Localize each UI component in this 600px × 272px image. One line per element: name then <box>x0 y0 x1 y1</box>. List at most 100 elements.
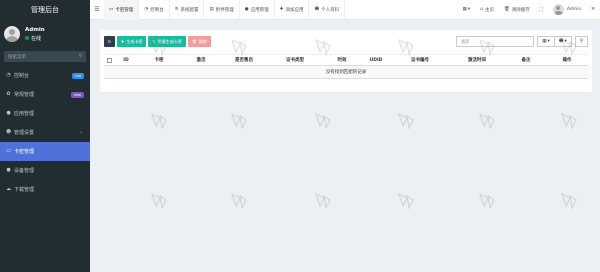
admin-menu[interactable]: Admin <box>548 0 586 20</box>
user-info: Admin 在线 <box>25 27 45 42</box>
sidebar-item-devices[interactable]: ● 设备管理 <box>0 161 90 180</box>
watermark-icon <box>560 112 577 130</box>
watermark-icon <box>150 192 167 210</box>
trash-icon: 🗑 <box>504 7 510 12</box>
card-icon: ▭ <box>109 7 114 12</box>
tab-app-management[interactable]: ● 应用管理 <box>240 0 275 20</box>
sidebar-item-settings[interactable]: ☻ 管理设置 ‹ <box>0 123 90 142</box>
refresh-icon: ↻ <box>107 39 112 44</box>
clear-cache-button[interactable]: 🗑 清除缓存 <box>499 0 535 20</box>
sidebar-item-label: 卡密管理 <box>14 149 35 155</box>
column-header[interactable]: UDID <box>360 58 392 63</box>
tab-label: 系统配置 <box>180 7 199 13</box>
watermark-icon <box>478 112 495 130</box>
caret-down-icon: ▾ <box>467 7 471 12</box>
watermark-icon <box>478 192 495 210</box>
watermark-icon <box>314 38 331 56</box>
sidebar-item-cards[interactable]: ▭ 卡密管理 <box>0 142 90 161</box>
watermark-icon <box>230 112 247 130</box>
tab-label: 卡密管理 <box>115 7 134 13</box>
circle-icon: ● <box>6 110 11 116</box>
sidebar-search[interactable]: 搜索菜单 ⚲ <box>4 51 86 62</box>
watermark-icon <box>397 192 414 210</box>
watermark-icon <box>314 112 331 130</box>
column-header[interactable]: ID <box>114 58 138 63</box>
grid-menu-button[interactable]: ▦ ▾ <box>458 0 476 20</box>
tab-label: 附件管理 <box>215 7 234 13</box>
user-status-text: 在线 <box>31 35 42 42</box>
tab-add-app[interactable]: ✚ 添加应用 <box>275 0 310 20</box>
apple-icon: ● <box>6 167 11 173</box>
generate-card-label: 生成卡密 <box>126 38 143 44</box>
delete-label: 删除 <box>198 38 207 44</box>
watermark-icon <box>560 192 577 210</box>
user-status: 在线 <box>25 35 45 42</box>
column-header[interactable]: 激活 <box>180 57 222 63</box>
online-status-icon <box>25 36 29 40</box>
app-logo[interactable]: 管理后台 <box>0 0 90 20</box>
tab-attachments[interactable]: ▤ 附件管理 <box>204 0 240 20</box>
sidebar-item-label: 下载管理 <box>14 187 35 193</box>
column-header[interactable]: 备注 <box>506 57 546 63</box>
columns-toggle-button[interactable]: ▦ ▾ <box>537 36 555 47</box>
search-icon[interactable]: ⚲ <box>79 54 82 59</box>
sidebar-item-apps[interactable]: ● 应用管理 <box>0 104 90 123</box>
fullscreen-button[interactable]: ⛶ <box>535 0 548 20</box>
select-all-checkbox-cell[interactable] <box>104 57 114 63</box>
cards-table: ID 卡密 激活 是否售后 证书类型 时效 UDID 证书编号 激活时间 备注 … <box>104 54 588 79</box>
user-panel: Admin 在线 <box>0 20 90 48</box>
hot-badge: hot <box>72 72 84 79</box>
delete-button[interactable]: 🗑 删除 <box>187 36 211 47</box>
trash-icon: 🗑 <box>191 39 197 44</box>
settings-button[interactable]: ✲ <box>586 0 600 20</box>
grid-icon: ▦ <box>462 7 467 12</box>
empty-table-message: 没有找到匹配的记录 <box>104 66 588 79</box>
top-header: ☰ ▭ 卡密管理 ◔ 控制台 ✲ 系统配置 ▤ 附件管理 ● 应用管理 ✚ 添加… <box>90 0 600 20</box>
sidebar-item-dashboard[interactable]: ◔ 控制台 hot <box>0 66 90 85</box>
sidebar-search-input[interactable]: 搜索菜单 <box>8 54 26 60</box>
search-icon: ⚲ <box>579 39 583 44</box>
gear-icon: ✲ <box>591 7 595 12</box>
tab-label: 添加应用 <box>285 7 304 13</box>
sidebar-menu: ◔ 控制台 hot ✿ 常规管理 new ● 应用管理 ☻ 管理设置 ‹ ▭ 卡… <box>0 66 90 199</box>
plus-icon: ✚ <box>279 7 284 12</box>
refresh-button[interactable]: ↻ <box>104 36 115 47</box>
sidebar-item-label: 管理设置 <box>14 130 35 136</box>
dashboard-icon: ◔ <box>144 7 149 12</box>
circle-icon: ● <box>244 7 249 12</box>
generate-card-button[interactable]: ✚ 生成卡密 <box>117 36 147 47</box>
sidebar-item-label: 应用管理 <box>14 111 35 117</box>
watermark-icon <box>230 192 247 210</box>
tab-label: 个人资料 <box>321 7 340 13</box>
clear-cache-label: 清除缓存 <box>511 7 530 13</box>
menu-toggle-icon[interactable]: ☰ <box>90 0 104 20</box>
watermark-icon <box>150 38 167 56</box>
tab-system-config[interactable]: ✲ 系统配置 <box>170 0 205 20</box>
file-icon: ▤ <box>209 7 214 12</box>
sidebar-item-label: 设备管理 <box>14 168 35 174</box>
card-icon: ▭ <box>6 148 11 154</box>
home-label: 主页 <box>485 7 494 13</box>
columns-icon: ▦ <box>542 39 547 44</box>
tab-label: 控制台 <box>150 7 164 13</box>
sidebar-item-label: 常规管理 <box>14 92 35 98</box>
home-button[interactable]: ⌂ 主页 <box>475 0 499 20</box>
watermark-icon <box>560 38 577 56</box>
avatar <box>4 26 20 42</box>
sidebar-item-general[interactable]: ✿ 常规管理 new <box>0 85 90 104</box>
tab-profile[interactable]: ☻ 个人资料 <box>309 0 346 20</box>
table-header: ID 卡密 激活 是否售后 证书类型 时效 UDID 证书编号 激活时间 备注 … <box>104 54 588 66</box>
sidebar-item-downloads[interactable]: ☁ 下载管理 <box>0 180 90 199</box>
sidebar: 管理后台 Admin 在线 搜索菜单 ⚲ ◔ 控制台 hot ✿ 常规管理 ne… <box>0 0 90 272</box>
tab-cards[interactable]: ▭ 卡密管理 <box>104 0 140 20</box>
chevron-left-icon: ‹ <box>80 129 82 136</box>
gear-icon: ✲ <box>174 7 179 12</box>
cloud-icon: ☁ <box>6 186 11 192</box>
tab-dashboard[interactable]: ◔ 控制台 <box>139 0 170 20</box>
home-icon: ⌂ <box>480 7 483 12</box>
new-badge: new <box>70 91 84 98</box>
cogs-icon: ✿ <box>6 91 11 97</box>
select-all-checkbox[interactable] <box>106 57 112 63</box>
plus-icon: ✚ <box>121 39 125 44</box>
dashboard-icon: ◔ <box>6 72 11 78</box>
